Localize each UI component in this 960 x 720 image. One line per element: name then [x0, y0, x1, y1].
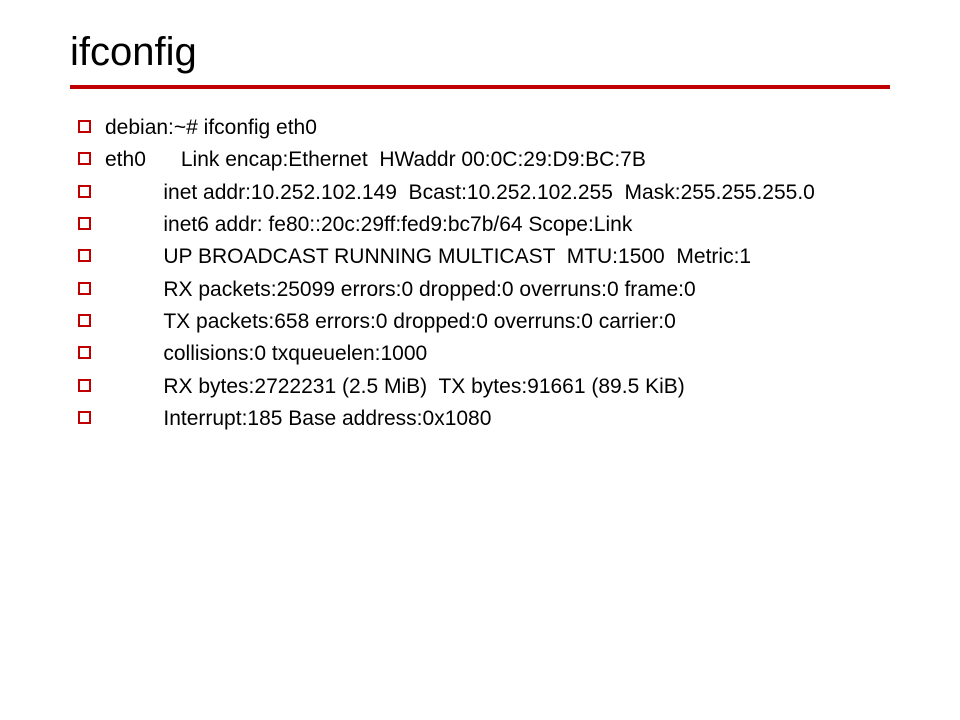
- square-bullet-icon: [78, 120, 91, 133]
- list-item: UP BROADCAST RUNNING MULTICAST MTU:1500 …: [78, 243, 890, 271]
- square-bullet-icon: [78, 152, 91, 165]
- square-bullet-icon: [78, 411, 91, 424]
- slide: ifconfig debian:~# ifconfig eth0 eth0 Li…: [0, 0, 960, 720]
- list-item: debian:~# ifconfig eth0: [78, 114, 890, 142]
- list-item: inet6 addr: fe80::20c:29ff:fed9:bc7b/64 …: [78, 211, 890, 239]
- list-item: RX bytes:2722231 (2.5 MiB) TX bytes:9166…: [78, 373, 890, 401]
- list-item-text: TX packets:658 errors:0 dropped:0 overru…: [105, 308, 890, 336]
- slide-title: ifconfig: [70, 30, 890, 75]
- list-item: Interrupt:185 Base address:0x1080: [78, 405, 890, 433]
- list-item-text: debian:~# ifconfig eth0: [105, 114, 890, 142]
- square-bullet-icon: [78, 282, 91, 295]
- list-item-text: RX bytes:2722231 (2.5 MiB) TX bytes:9166…: [105, 373, 890, 401]
- list-item-text: collisions:0 txqueuelen:1000: [105, 340, 890, 368]
- list-item: RX packets:25099 errors:0 dropped:0 over…: [78, 276, 890, 304]
- list-item: inet addr:10.252.102.149 Bcast:10.252.10…: [78, 179, 890, 207]
- square-bullet-icon: [78, 314, 91, 327]
- square-bullet-icon: [78, 185, 91, 198]
- square-bullet-icon: [78, 379, 91, 392]
- list-item: eth0 Link encap:Ethernet HWaddr 00:0C:29…: [78, 146, 890, 174]
- content-area: debian:~# ifconfig eth0 eth0 Link encap:…: [70, 114, 890, 433]
- square-bullet-icon: [78, 346, 91, 359]
- list-item: collisions:0 txqueuelen:1000: [78, 340, 890, 368]
- square-bullet-icon: [78, 217, 91, 230]
- list-item: TX packets:658 errors:0 dropped:0 overru…: [78, 308, 890, 336]
- list-item-text: Interrupt:185 Base address:0x1080: [105, 405, 890, 433]
- square-bullet-icon: [78, 249, 91, 262]
- list-item-text: eth0 Link encap:Ethernet HWaddr 00:0C:29…: [105, 146, 890, 174]
- list-item-text: inet6 addr: fe80::20c:29ff:fed9:bc7b/64 …: [105, 211, 890, 239]
- list-item-text: inet addr:10.252.102.149 Bcast:10.252.10…: [105, 179, 890, 207]
- title-underline: [70, 85, 890, 89]
- list-item-text: UP BROADCAST RUNNING MULTICAST MTU:1500 …: [105, 243, 890, 271]
- list-item-text: RX packets:25099 errors:0 dropped:0 over…: [105, 276, 890, 304]
